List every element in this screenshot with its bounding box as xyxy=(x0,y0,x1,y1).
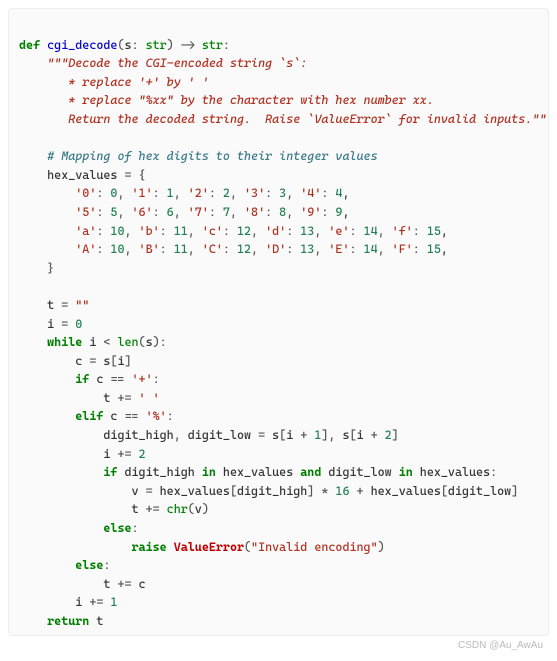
kw-def: def xyxy=(19,38,40,52)
op: } xyxy=(47,261,54,275)
str-space: ' ' xyxy=(139,391,160,405)
fn-chr: chr xyxy=(167,502,188,516)
fn-name: cgi_decode xyxy=(47,38,117,52)
param-s: s xyxy=(124,38,131,52)
comment-hex: # Mapping of hex digits to their integer… xyxy=(47,149,377,163)
str-empty: "" xyxy=(75,298,89,312)
kw-while: while xyxy=(47,335,82,349)
type-str: str xyxy=(202,38,223,52)
kw-in: in xyxy=(202,465,216,479)
op: ) xyxy=(167,38,174,52)
op: { xyxy=(139,168,146,182)
id-v: v xyxy=(132,484,139,498)
op: : xyxy=(223,38,230,52)
kw-else: else xyxy=(103,521,131,535)
str-pct: '%' xyxy=(146,409,167,423)
kw-and: and xyxy=(300,465,321,479)
op: -> xyxy=(174,38,202,52)
kw-elif: elif xyxy=(75,409,103,423)
fn-len: len xyxy=(117,335,138,349)
kw-if: if xyxy=(75,372,89,386)
type-str: str xyxy=(146,38,167,52)
docstring-l1: """Decode the CGI-encoded string `s`: xyxy=(47,56,307,70)
kw-return: return xyxy=(47,614,89,628)
kw-raise: raise xyxy=(132,540,167,554)
docstring-l3: * replace "%xx" by the character with he… xyxy=(47,93,434,107)
op: = xyxy=(117,168,138,182)
str: '0' xyxy=(75,186,96,200)
id-hex-values: hex_values xyxy=(47,168,117,182)
id-digit-high: digit_high xyxy=(103,428,173,442)
docstring-l4: Return the decoded string. Raise `ValueE… xyxy=(47,112,549,126)
str-plus: '+' xyxy=(132,372,153,386)
id-digit-low: digit_low xyxy=(188,428,251,442)
str-invalid: "Invalid encoding" xyxy=(251,540,378,554)
valueerror: ValueError xyxy=(174,540,244,554)
docstring-l2: * replace '+' by ' ' xyxy=(47,75,209,89)
op: : xyxy=(132,38,139,52)
watermark: CSDN @Au_AwAu xyxy=(8,636,549,654)
code-block: def cgi_decode(s: str) -> str: """Decode… xyxy=(8,8,549,636)
